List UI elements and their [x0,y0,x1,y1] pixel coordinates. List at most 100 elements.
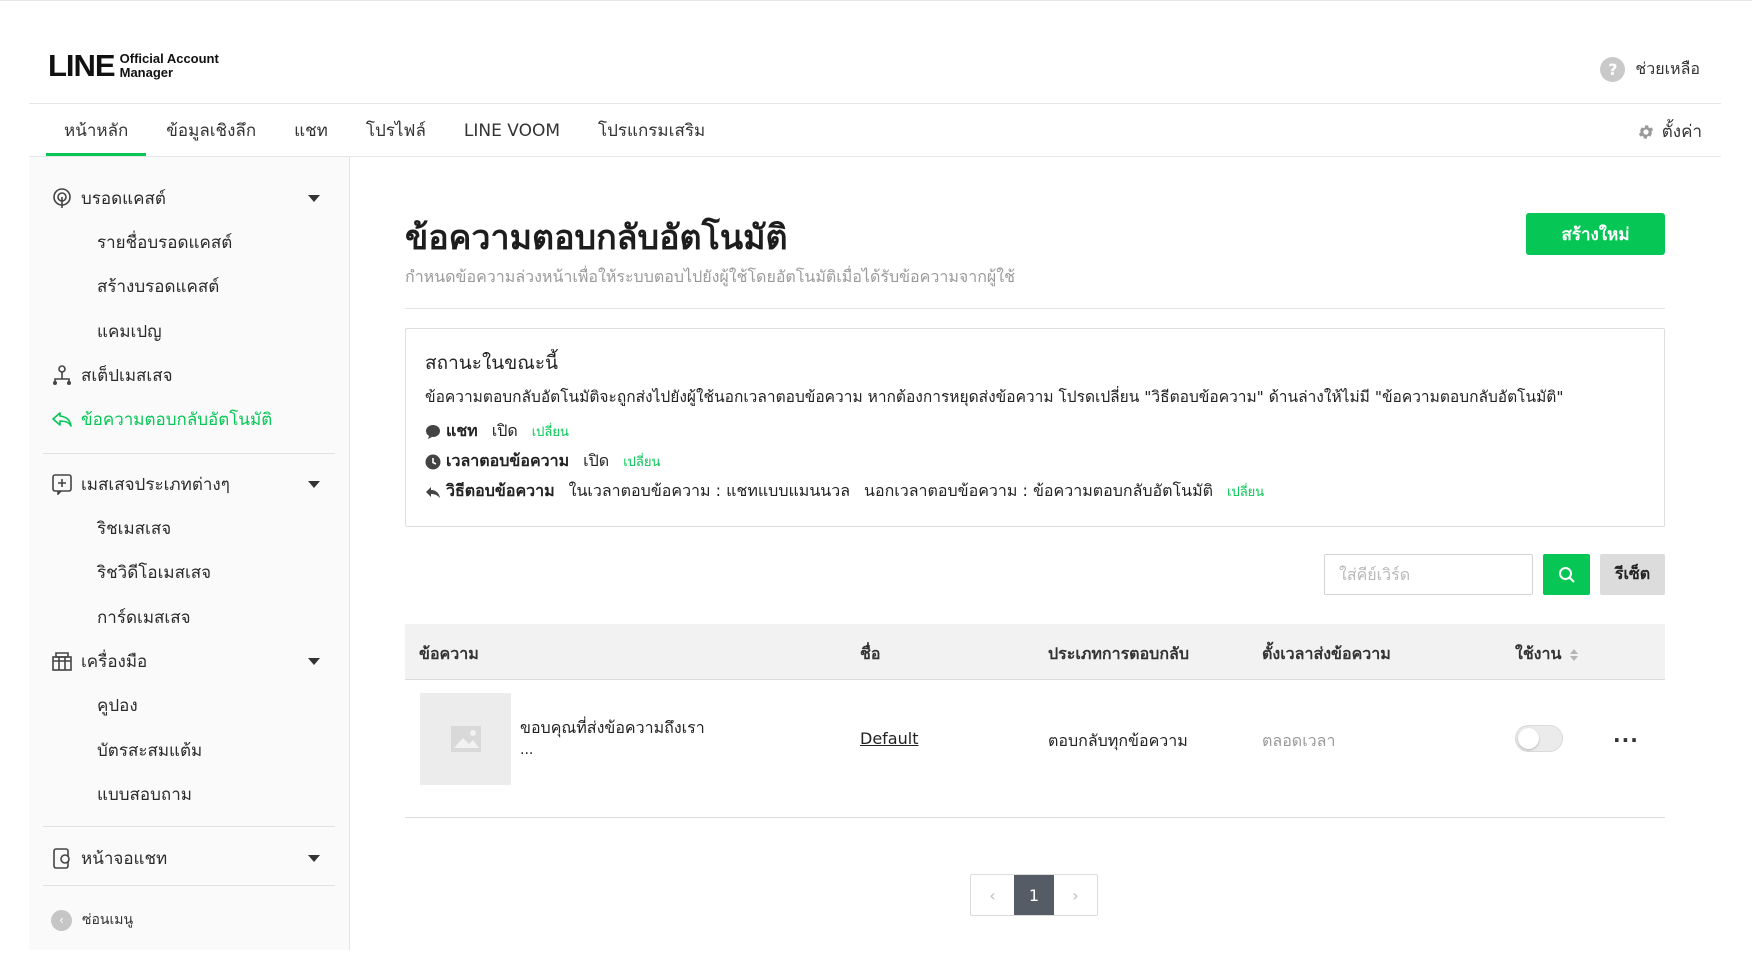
change-method-link[interactable]: เปลี่ยน [1227,481,1264,502]
sidebar: บรอดแคสต์ รายชื่อบรอดแคสต์ สร้างบรอดแคสต… [29,157,350,950]
status-title: สถานะในขณะนี้ [425,352,559,374]
toggle-knob [1518,728,1539,749]
help-label: ช่วยเหลือ [1635,59,1700,78]
sidebar-item-label: เครื่องมือ [81,651,148,672]
chevron-down-icon [308,855,320,862]
chevron-left-icon: ‹ [51,909,72,931]
sidebar-item-survey[interactable]: แบบสอบถาม [29,777,349,811]
page-title: ข้อความตอบกลับอัตโนมัติ [405,218,788,258]
status-chat-row: แชท เปิด เปลี่ยน [425,419,569,444]
status-method-row: วิธีตอบข้อความ ในเวลาตอบข้อความ : แชทแบบ… [425,479,1264,504]
hours-status-label: เวลาตอบข้อความ [446,451,570,470]
method-in-hours: ในเวลาตอบข้อความ : แชทแบบแมนนวล [568,481,851,500]
main-nav: หน้าหลัก ข้อมูลเชิงลึก แชท โปรไฟล์ LINE … [46,104,725,156]
change-hours-link[interactable]: เปลี่ยน [623,451,660,472]
sidebar-item-label: ข้อความตอบกลับอัตโนมัติ [81,409,273,430]
sidebar-item-rich-video[interactable]: ริชวิดีโอเมสเสจ [29,555,349,589]
help-link[interactable]: ? ช่วยเหลือ [1600,57,1700,82]
tab-home[interactable]: หน้าหลัก [46,104,147,156]
logo-subtitle-line2: Manager [119,64,174,80]
step-flow-icon [51,364,73,386]
pagination: ‹ 1 › [970,874,1098,916]
page-1-button[interactable]: 1 [1014,875,1054,915]
table-header: ข้อความ ชื่อ ประเภทการตอบกลับ ตั้งเวลาส่… [405,624,1665,680]
chat-status-value: เปิด [491,421,518,440]
tab-line-voom[interactable]: LINE VOOM [446,104,578,156]
help-icon: ? [1600,57,1626,82]
sidebar-item-coupon[interactable]: คูปอง [29,688,349,722]
title-divider [405,308,1665,309]
sidebar-divider [43,826,335,827]
logo-subtitle: Official Account Manager [119,50,219,80]
column-header-name: ชื่อ [860,644,881,663]
collapse-menu-label: ซ่อนเมนู [82,912,134,928]
gear-icon [1638,124,1653,139]
column-header-active-label: ใช้งาน [1515,644,1562,663]
sidebar-item-broadcast-list[interactable]: รายชื่อบรอดแคสต์ [29,225,349,259]
column-header-active[interactable]: ใช้งาน [1515,642,1579,667]
sidebar-divider [43,453,335,454]
search-icon [1558,566,1575,583]
sidebar-item-label: เมสเสจประเภทต่างๆ [81,474,230,495]
message-preview: ขอบคุณที่ส่งข้อความถึงเรา [520,718,705,737]
change-chat-link[interactable]: เปลี่ยน [532,421,569,442]
chevron-down-icon [308,481,320,488]
column-header-reply-type: ประเภทการตอบกลับ [1048,644,1189,663]
page-description: กำหนดข้อความล่วงหน้าเพื่อให้ระบบตอบไปยัง… [405,267,1015,286]
sidebar-item-message-types[interactable]: เมสเสจประเภทต่างๆ [29,467,349,501]
next-page-button[interactable]: › [1054,875,1097,915]
schedule-value: ตลอดเวลา [1262,731,1336,750]
chevron-down-icon [308,195,320,202]
chat-status-label: แชท [446,421,478,440]
broadcast-icon [51,187,73,209]
tab-chat[interactable]: แชท [276,104,346,156]
sidebar-item-chat-screen[interactable]: หน้าจอแชท [29,841,349,875]
sidebar-item-step-message[interactable]: สเต็ปเมสเสจ [29,358,349,392]
logo-subtitle-line1: Official Account [119,50,219,66]
method-out-hours: นอกเวลาตอบข้อความ : ข้อความตอบกลับอัตโนม… [864,481,1214,500]
message-preview-more: ... [520,742,534,758]
sidebar-item-reward-card[interactable]: บัตรสะสมแต้ม [29,733,349,767]
column-header-message: ข้อความ [419,644,479,663]
sidebar-item-broadcast[interactable]: บรอดแคสต์ [29,181,349,215]
sidebar-item-card-message[interactable]: การ์ดเมสเสจ [29,600,349,634]
status-hours-row: เวลาตอบข้อความ เปิด เปลี่ยน [425,449,660,474]
status-panel: สถานะในขณะนี้ ข้อความตอบกลับอัตโนมัติจะถ… [405,328,1665,527]
chat-bubble-icon [425,424,441,440]
line-oa-logo[interactable]: LINE Official Account Manager [48,50,219,81]
method-status-label: วิธีตอบข้อความ [446,481,555,500]
sidebar-item-label: หน้าจอแชท [81,848,168,869]
keyword-search-input[interactable] [1324,554,1533,595]
clock-icon [425,454,441,470]
more-options-icon[interactable]: ··· [1613,728,1639,752]
reset-button[interactable]: รีเซ็ต [1600,554,1665,595]
sidebar-item-rich-message[interactable]: ริชเมสเสจ [29,511,349,545]
table-row[interactable]: ขอบคุณที่ส่งข้อความถึงเรา ... Default ตอ… [405,680,1665,818]
active-toggle[interactable] [1515,725,1563,752]
collapse-menu-button[interactable]: ‹ ซ่อนเมนู [51,909,133,931]
sidebar-item-create-broadcast[interactable]: สร้างบรอดแคสต์ [29,269,349,303]
reply-type: ตอบกลับทุกข้อความ [1048,731,1188,750]
add-message-icon [51,473,73,495]
sidebar-item-label: บรอดแคสต์ [81,188,166,209]
tab-extensions[interactable]: โปรแกรมเสริม [580,104,723,156]
tab-profile[interactable]: โปรไฟล์ [348,104,444,156]
reply-name-link[interactable]: Default [860,729,918,748]
create-new-button[interactable]: สร้างใหม่ [1526,213,1665,255]
sidebar-item-campaign[interactable]: แคมเปญ [29,314,349,348]
chevron-down-icon [308,658,320,665]
logo-wordmark: LINE [48,48,116,83]
sidebar-item-tools[interactable]: เครื่องมือ [29,644,349,678]
top-border [0,0,1752,1]
search-button[interactable] [1543,554,1590,595]
prev-page-button[interactable]: ‹ [971,875,1014,915]
gift-icon [51,650,73,672]
tab-insights[interactable]: ข้อมูลเชิงลึก [148,104,274,156]
reply-arrow-icon [425,484,441,500]
sidebar-divider [43,885,335,886]
settings-label: ตั้งค่า [1661,122,1702,142]
column-header-schedule: ตั้งเวลาส่งข้อความ [1262,644,1391,663]
image-placeholder-icon [420,693,511,785]
sidebar-item-auto-reply[interactable]: ข้อความตอบกลับอัตโนมัติ [29,402,349,436]
settings-link[interactable]: ตั้งค่า [1637,118,1702,145]
